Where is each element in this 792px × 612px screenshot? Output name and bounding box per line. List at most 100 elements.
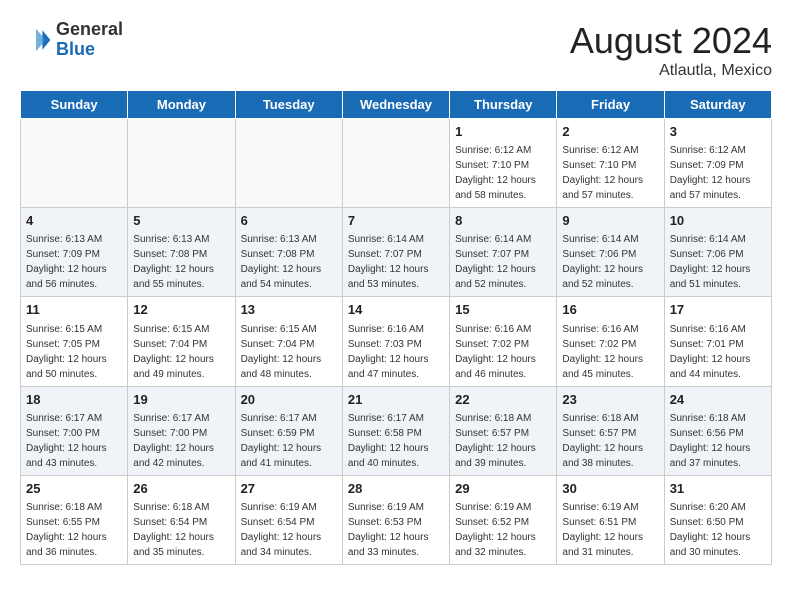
month-year: August 2024 [570,20,772,62]
weekday-header-wednesday: Wednesday [342,91,449,119]
day-info: Sunrise: 6:13 AMSunset: 7:09 PMDaylight:… [26,232,122,292]
calendar-cell: 31 Sunrise: 6:20 AMSunset: 6:50 PMDayligh… [664,475,771,564]
calendar-cell [235,119,342,208]
calendar-cell: 5 Sunrise: 6:13 AMSunset: 7:08 PMDaylight… [128,208,235,297]
day-number: 13 [241,301,337,319]
calendar-cell: 26 Sunrise: 6:18 AMSunset: 6:54 PMDayligh… [128,475,235,564]
day-info: Sunrise: 6:14 AMSunset: 7:06 PMDaylight:… [562,232,658,292]
calendar-week-5: 25Sunrise: 6:18 AMSunset: 6:55 PMDayligh… [21,475,772,564]
calendar-cell: 10 Sunrise: 6:14 AMSunset: 7:06 PMDayligh… [664,208,771,297]
weekday-header-friday: Friday [557,91,664,119]
day-info: Sunrise: 6:14 AMSunset: 7:06 PMDaylight:… [670,232,766,292]
calendar-cell: 17Sunrise: 6:16 AMSunset: 7:01 PMDayligh… [664,297,771,386]
calendar-cell: 23 Sunrise: 6:18 AMSunset: 6:57 PMDayligh… [557,386,664,475]
logo-icon [20,24,52,56]
day-info: Sunrise: 6:18 AMSunset: 6:54 PMDaylight:… [133,500,229,560]
calendar-week-4: 18 Sunrise: 6:17 AMSunset: 7:00 PMDayligh… [21,386,772,475]
day-info: Sunrise: 6:16 AMSunset: 7:01 PMDaylight:… [670,322,766,382]
calendar-cell: 2Sunrise: 6:12 AMSunset: 7:10 PMDaylight… [557,119,664,208]
day-info: Sunrise: 6:15 AMSunset: 7:04 PMDaylight:… [133,322,229,382]
day-number: 9 [562,212,658,230]
day-info: Sunrise: 6:16 AMSunset: 7:02 PMDaylight:… [455,322,551,382]
day-number: 22 [455,391,551,409]
day-number: 12 [133,301,229,319]
day-number: 27 [241,480,337,498]
day-info: Sunrise: 6:19 AMSunset: 6:52 PMDaylight:… [455,500,551,560]
day-info: Sunrise: 6:20 AMSunset: 6:50 PMDaylight:… [670,500,766,560]
day-number: 16 [562,301,658,319]
calendar-cell: 11 Sunrise: 6:15 AMSunset: 7:05 PMDayligh… [21,297,128,386]
calendar-cell: 25Sunrise: 6:18 AMSunset: 6:55 PMDayligh… [21,475,128,564]
logo-text: General Blue [56,20,123,60]
day-info: Sunrise: 6:18 AMSunset: 6:55 PMDaylight:… [26,500,122,560]
logo: General Blue [20,20,123,60]
calendar-cell: 4 Sunrise: 6:13 AMSunset: 7:09 PMDaylight… [21,208,128,297]
calendar-cell: 8 Sunrise: 6:14 AMSunset: 7:07 PMDaylight… [450,208,557,297]
day-number: 26 [133,480,229,498]
day-number: 5 [133,212,229,230]
day-info: Sunrise: 6:15 AMSunset: 7:05 PMDaylight:… [26,322,122,382]
calendar-cell: 3Sunrise: 6:12 AMSunset: 7:09 PMDaylight… [664,119,771,208]
calendar-cell: 1Sunrise: 6:12 AMSunset: 7:10 PMDaylight… [450,119,557,208]
calendar-table: SundayMondayTuesdayWednesdayThursdayFrid… [20,90,772,565]
day-number: 4 [26,212,122,230]
day-number: 8 [455,212,551,230]
calendar-cell: 6Sunrise: 6:13 AMSunset: 7:08 PMDaylight… [235,208,342,297]
day-number: 31 [670,480,766,498]
logo-general: General [56,20,123,40]
day-number: 19 [133,391,229,409]
calendar-cell [342,119,449,208]
day-number: 23 [562,391,658,409]
day-number: 14 [348,301,444,319]
day-info: Sunrise: 6:17 AMSunset: 7:00 PMDaylight:… [133,411,229,471]
day-number: 29 [455,480,551,498]
calendar-header: SundayMondayTuesdayWednesdayThursdayFrid… [21,91,772,119]
title-area: August 2024 Atlautla, Mexico [570,20,772,80]
day-info: Sunrise: 6:13 AMSunset: 7:08 PMDaylight:… [133,232,229,292]
calendar-cell: 21Sunrise: 6:17 AMSunset: 6:58 PMDayligh… [342,386,449,475]
day-info: Sunrise: 6:16 AMSunset: 7:03 PMDaylight:… [348,322,444,382]
day-number: 1 [455,123,551,141]
day-info: Sunrise: 6:19 AMSunset: 6:54 PMDaylight:… [241,500,337,560]
calendar-cell: 7Sunrise: 6:14 AMSunset: 7:07 PMDaylight… [342,208,449,297]
calendar-cell: 16Sunrise: 6:16 AMSunset: 7:02 PMDayligh… [557,297,664,386]
weekday-header-saturday: Saturday [664,91,771,119]
calendar-cell: 9 Sunrise: 6:14 AMSunset: 7:06 PMDaylight… [557,208,664,297]
day-number: 10 [670,212,766,230]
day-info: Sunrise: 6:18 AMSunset: 6:57 PMDaylight:… [455,411,551,471]
calendar-cell [128,119,235,208]
page-header: General Blue August 2024 Atlautla, Mexic… [20,20,772,80]
day-info: Sunrise: 6:14 AMSunset: 7:07 PMDaylight:… [348,232,444,292]
day-info: Sunrise: 6:14 AMSunset: 7:07 PMDaylight:… [455,232,551,292]
weekday-header-sunday: Sunday [21,91,128,119]
calendar-week-1: 1Sunrise: 6:12 AMSunset: 7:10 PMDaylight… [21,119,772,208]
calendar-cell: 14 Sunrise: 6:16 AMSunset: 7:03 PMDayligh… [342,297,449,386]
calendar-cell: 20Sunrise: 6:17 AMSunset: 6:59 PMDayligh… [235,386,342,475]
day-info: Sunrise: 6:17 AMSunset: 6:58 PMDaylight:… [348,411,444,471]
day-number: 2 [562,123,658,141]
logo-blue-text: Blue [56,40,123,60]
calendar-cell: 19 Sunrise: 6:17 AMSunset: 7:00 PMDayligh… [128,386,235,475]
calendar-cell: 30Sunrise: 6:19 AMSunset: 6:51 PMDayligh… [557,475,664,564]
day-info: Sunrise: 6:15 AMSunset: 7:04 PMDaylight:… [241,322,337,382]
calendar-cell: 29 Sunrise: 6:19 AMSunset: 6:52 PMDayligh… [450,475,557,564]
weekday-header-row: SundayMondayTuesdayWednesdayThursdayFrid… [21,91,772,119]
location: Atlautla, Mexico [570,62,772,80]
calendar-cell: 15Sunrise: 6:16 AMSunset: 7:02 PMDayligh… [450,297,557,386]
weekday-header-tuesday: Tuesday [235,91,342,119]
day-number: 28 [348,480,444,498]
day-number: 11 [26,301,122,319]
calendar-cell: 24Sunrise: 6:18 AMSunset: 6:56 PMDayligh… [664,386,771,475]
weekday-header-monday: Monday [128,91,235,119]
day-info: Sunrise: 6:17 AMSunset: 7:00 PMDaylight:… [26,411,122,471]
calendar-body: 1Sunrise: 6:12 AMSunset: 7:10 PMDaylight… [21,119,772,565]
weekday-header-thursday: Thursday [450,91,557,119]
calendar-cell: 22 Sunrise: 6:18 AMSunset: 6:57 PMDayligh… [450,386,557,475]
day-number: 3 [670,123,766,141]
day-info: Sunrise: 6:19 AMSunset: 6:51 PMDaylight:… [562,500,658,560]
day-number: 18 [26,391,122,409]
calendar-cell [21,119,128,208]
day-number: 24 [670,391,766,409]
day-info: Sunrise: 6:18 AMSunset: 6:57 PMDaylight:… [562,411,658,471]
day-info: Sunrise: 6:13 AMSunset: 7:08 PMDaylight:… [241,232,337,292]
